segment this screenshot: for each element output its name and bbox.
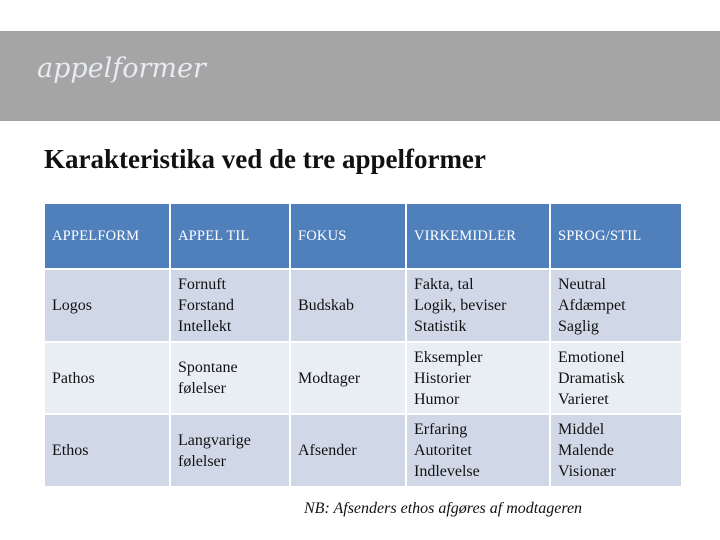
cell-line: Statistik: [414, 318, 467, 335]
footnote: NB: Afsenders ethos afgøres af modtagere…: [304, 500, 583, 517]
cell-line: Middel: [558, 421, 605, 438]
table-header-row: APPELFORM APPEL TIL FOKUS VIRKEMIDLER SP…: [45, 204, 681, 268]
cell-line: Malende: [558, 442, 614, 459]
cell-line: Historier: [414, 369, 471, 387]
cell-line: Indlevelse: [414, 463, 480, 480]
slide-heading: Karakteristika ved de tre appelformer: [44, 144, 486, 174]
cell-virkemidler: Erfaring Autoritet Indlevelse: [407, 415, 549, 486]
table-row-logos: Logos Fornuft Forstand Intellekt Budskab…: [45, 270, 681, 341]
cell-line: Forstand: [178, 297, 234, 314]
cell-appelform: Logos: [45, 270, 169, 341]
header-sprog-stil: SPROG/STIL: [551, 204, 681, 268]
title-banner: appelformer: [0, 31, 720, 121]
cell-line: Fakta, tal: [414, 276, 474, 293]
cell-line: Intellekt: [178, 318, 232, 335]
cell-fokus: Modtager: [291, 343, 405, 413]
cell-line: Neutral: [558, 276, 606, 293]
cell-fokus: Budskab: [291, 270, 405, 341]
cell-sprog-stil: Emotionel Dramatisk Varieret: [551, 343, 681, 413]
cell-line: Varieret: [558, 390, 609, 408]
cell-appelform: Ethos: [45, 415, 169, 486]
cell-appel-til: Langvarige følelser: [171, 415, 289, 486]
cell-line: Emotionel: [558, 348, 625, 366]
header-fokus: FOKUS: [291, 204, 405, 268]
header-virkemidler: VIRKEMIDLER: [407, 204, 549, 268]
cell-line: Logik, beviser: [414, 297, 507, 314]
cell-appel-til: Fornuft Forstand Intellekt: [171, 270, 289, 341]
table-row-pathos: Pathos Spontane følelser Modtager Eksemp…: [45, 343, 681, 413]
cell-sprog-stil: Neutral Afdæmpet Saglig: [551, 270, 681, 341]
cell-sprog-stil: Middel Malende Visionær: [551, 415, 681, 486]
cell-line: Afdæmpet: [558, 297, 626, 314]
cell-line: Fornuft: [178, 276, 226, 293]
cell-appel-til: Spontane følelser: [171, 343, 289, 413]
cell-line: Humor: [414, 390, 460, 408]
cell-line: Langvarige: [178, 431, 251, 449]
cell-line: Saglig: [558, 318, 599, 335]
cell-fokus: Afsender: [291, 415, 405, 486]
cell-line: Autoritet: [414, 442, 472, 459]
cell-line: Erfaring: [414, 421, 468, 438]
slide-title: appelformer: [37, 53, 206, 84]
cell-appelform: Pathos: [45, 343, 169, 413]
cell-line: Visionær: [558, 463, 616, 480]
appelformer-table: APPELFORM APPEL TIL FOKUS VIRKEMIDLER SP…: [43, 202, 683, 488]
cell-virkemidler: Eksempler Historier Humor: [407, 343, 549, 413]
header-appelform: APPELFORM: [45, 204, 169, 268]
cell-line: følelser: [178, 380, 226, 397]
cell-line: Eksempler: [414, 348, 483, 366]
cell-line: Spontane: [178, 359, 238, 376]
cell-line: følelser: [178, 452, 226, 470]
header-appel-til: APPEL TIL: [171, 204, 289, 268]
table-row-ethos: Ethos Langvarige følelser Afsender Erfar…: [45, 415, 681, 486]
cell-virkemidler: Fakta, tal Logik, beviser Statistik: [407, 270, 549, 341]
cell-line: Dramatisk: [558, 369, 625, 387]
